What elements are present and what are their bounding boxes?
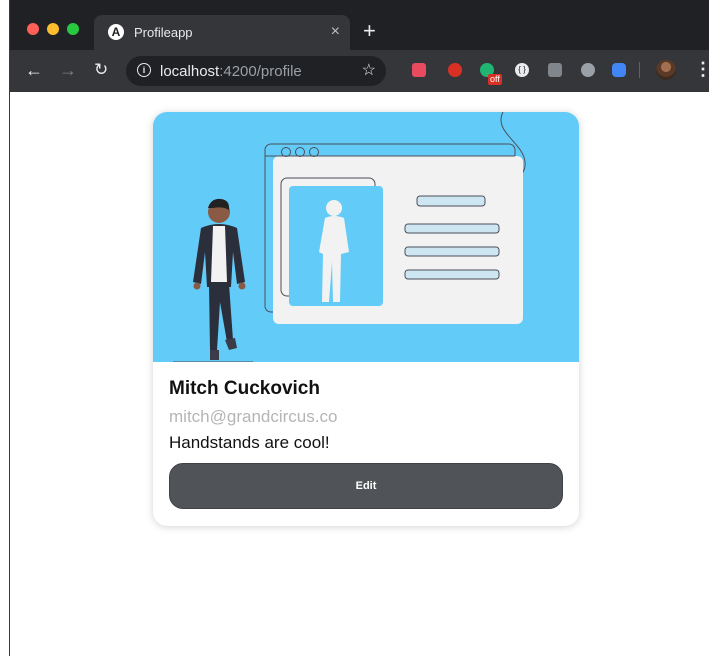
stop-hand-extension-icon[interactable] (448, 63, 462, 77)
tab-close-icon[interactable]: × (331, 22, 340, 42)
url-path: :4200/profile (219, 63, 302, 80)
minimize-window-button[interactable] (47, 23, 59, 35)
bookmark-star-icon[interactable]: ☆ (362, 60, 376, 80)
profile-illustration-icon (173, 112, 526, 362)
profile-hero-illustration (153, 112, 579, 362)
angular-favicon-icon: A (108, 24, 124, 40)
new-tab-button[interactable]: + (363, 20, 376, 42)
pocket-extension-icon[interactable] (412, 63, 426, 77)
generic-extension-icon[interactable] (548, 63, 562, 77)
zoom-extension-icon[interactable] (612, 63, 626, 77)
chat-extension-icon[interactable] (581, 63, 595, 77)
address-bar[interactable]: i localhost:4200/profile ☆ (126, 56, 386, 86)
profile-email: mitch@grandcircus.co (169, 407, 338, 426)
reload-icon[interactable]: ↻ (94, 59, 108, 81)
edit-button[interactable]: Edit (169, 463, 563, 509)
json-extension-icon[interactable]: { } (515, 63, 529, 77)
profile-avatar[interactable] (656, 60, 676, 80)
close-window-button[interactable] (27, 23, 39, 35)
profile-name: Mitch Cuckovich (169, 378, 320, 399)
info-icon[interactable]: i (137, 63, 151, 77)
url-text[interactable]: localhost:4200/profile (160, 63, 302, 80)
forward-arrow-icon[interactable]: → (59, 59, 77, 81)
tab-profileapp[interactable]: A Profileapp × (94, 15, 350, 50)
more-menu-icon[interactable]: ⋮ (694, 59, 709, 79)
extension-off-badge: off (488, 74, 502, 85)
profile-card: Mitch Cuckovich mitch@grandcircus.co Han… (153, 112, 579, 526)
profile-bio: Handstands are cool! (169, 433, 330, 452)
tab-title: Profileapp (134, 25, 193, 40)
toolbar-divider (639, 62, 640, 78)
browser-toolbar: ← → ↻ i localhost:4200/profile ☆ off { }… (10, 50, 709, 92)
url-host: localhost (160, 63, 220, 80)
maximize-window-button[interactable] (67, 23, 79, 35)
back-arrow-icon[interactable]: ← (25, 59, 43, 81)
tab-bar: A Profileapp × + (10, 0, 709, 50)
